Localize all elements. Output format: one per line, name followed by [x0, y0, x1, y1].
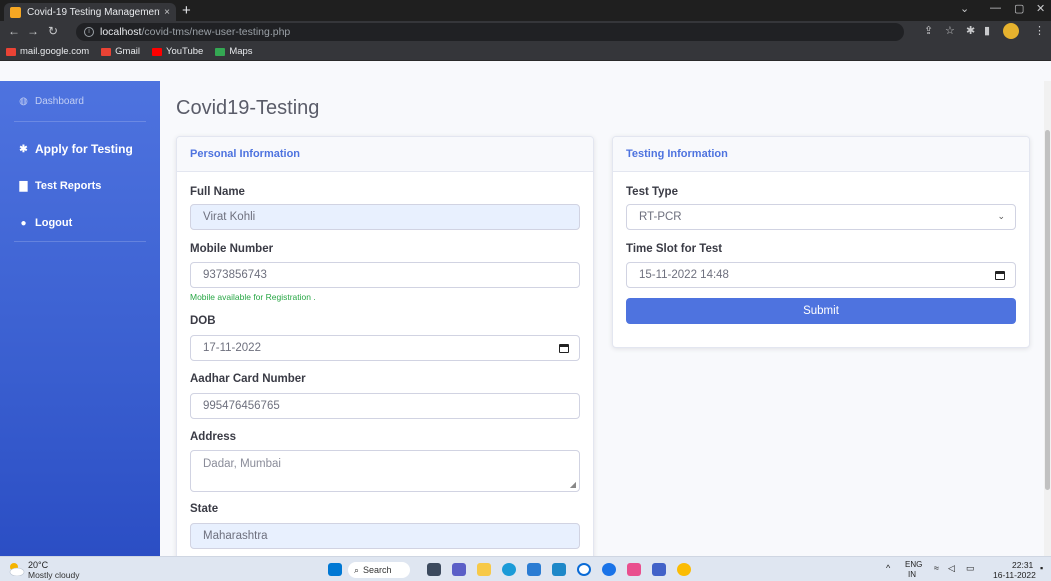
aadhar-card-label: Aadhar Card Number	[190, 373, 306, 385]
wifi-icon[interactable]: ≈	[934, 563, 939, 573]
side-panel-icon[interactable]: ▮	[984, 24, 990, 37]
personal-information-header: Personal Information	[177, 137, 593, 172]
state-input[interactable]: Maharashtra	[190, 523, 580, 549]
weather-cloud-icon	[9, 563, 25, 576]
gmail-icon	[6, 47, 16, 56]
store-icon[interactable]	[527, 563, 541, 576]
weather-temperature[interactable]: 20°C	[28, 560, 48, 570]
test-type-select[interactable]: RT-PCR ⌄	[626, 204, 1016, 230]
app-icon[interactable]	[552, 563, 566, 576]
teams-icon[interactable]	[452, 563, 466, 576]
sidebar-item-logout[interactable]: ● Logout	[0, 213, 160, 233]
maximize-icon[interactable]: ▢	[1014, 2, 1024, 15]
youtube-icon	[151, 47, 162, 56]
url-path: /covid-tms/new-user-testing.php	[141, 26, 291, 38]
resize-grip-icon[interactable]: ◢	[570, 480, 576, 489]
sidebar-divider	[14, 121, 146, 122]
region-indicator[interactable]: IN	[908, 570, 916, 579]
browser-tab-bar: Covid-19 Testing Management S × + ⌄ — ▢ …	[0, 0, 1051, 21]
gear-icon: ✱	[19, 143, 28, 155]
gmail-icon	[101, 47, 112, 56]
scrollbar-thumb[interactable]	[1045, 130, 1050, 490]
language-indicator[interactable]: ENG	[905, 560, 922, 569]
mobile-number-label: Mobile Number	[190, 243, 274, 255]
sidebar-divider	[14, 241, 146, 242]
full-name-input[interactable]: Virat Kohli	[190, 204, 580, 230]
profile-avatar[interactable]	[1003, 23, 1019, 39]
address-textarea[interactable]: Dadar, Mumbai ◢	[190, 450, 580, 492]
aadhar-card-input[interactable]: 995476456765	[190, 393, 580, 419]
search-icon: ⌕	[354, 564, 360, 575]
full-name-label: Full Name	[190, 186, 245, 198]
clock-time[interactable]: 22:31	[1012, 560, 1033, 570]
mobile-number-input[interactable]: 9373856743	[190, 262, 580, 288]
media-icon[interactable]	[602, 563, 616, 576]
notepad-icon[interactable]	[652, 563, 666, 576]
new-tab-button[interactable]: +	[182, 2, 191, 19]
cortana-icon[interactable]	[577, 563, 591, 576]
chrome-icon[interactable]	[677, 563, 691, 576]
chevron-up-icon[interactable]: ^	[886, 563, 890, 573]
forward-icon[interactable]: →	[27, 24, 39, 38]
submit-button[interactable]: Submit	[626, 298, 1016, 324]
browser-tab[interactable]: Covid-19 Testing Management S ×	[4, 3, 176, 21]
dob-input[interactable]: 17-11-2022	[190, 335, 580, 361]
volume-icon[interactable]: ◁	[948, 563, 955, 574]
close-window-icon[interactable]: ✕	[1036, 2, 1045, 15]
weather-description[interactable]: Mostly cloudy	[28, 570, 80, 580]
tab-close-icon[interactable]: ×	[164, 7, 170, 18]
state-label: State	[190, 503, 219, 515]
notification-icon[interactable]: ▪	[1040, 563, 1043, 573]
browser-toolbar: ← → ↻ i localhost/covid-tms/new-user-tes…	[0, 21, 1051, 43]
browser-menu-icon[interactable]: ⋮	[1034, 24, 1045, 37]
dashboard-icon: ◍	[19, 95, 28, 107]
address-label: Address	[190, 431, 237, 443]
bookmark-gmail[interactable]: Gmail	[101, 46, 140, 57]
tab-search-icon[interactable]: ⌄	[960, 2, 969, 15]
battery-icon[interactable]: ▭	[966, 563, 975, 574]
time-slot-input[interactable]: 15-11-2022 14:48	[626, 262, 1016, 288]
task-view-icon[interactable]	[427, 563, 441, 576]
share-icon[interactable]: ⇪	[924, 24, 933, 37]
mobile-availability-hint: Mobile available for Registration .	[190, 292, 316, 302]
sidebar: ◍ Dashboard ✱ Apply for Testing ▇ Test R…	[0, 81, 160, 556]
windows-taskbar: 20°C Mostly cloudy ⌕ Search ^ ENG IN ≈ ◁…	[0, 556, 1051, 581]
url-host: localhost	[100, 26, 142, 38]
page-title: Covid19-Testing	[176, 97, 320, 119]
user-icon: ●	[20, 217, 27, 229]
xampp-icon[interactable]	[627, 563, 641, 576]
time-slot-label: Time Slot for Test	[626, 243, 723, 255]
test-type-label: Test Type	[626, 186, 678, 198]
windows-start-icon[interactable]	[328, 563, 342, 576]
calendar-icon[interactable]	[995, 271, 1005, 280]
file-icon: ▇	[19, 180, 28, 192]
address-bar[interactable]: i localhost/covid-tms/new-user-testing.p…	[76, 23, 904, 41]
back-icon[interactable]: ←	[8, 24, 20, 38]
chevron-down-icon: ⌄	[997, 211, 1005, 221]
sidebar-item-dashboard[interactable]: ◍ Dashboard	[0, 91, 160, 111]
extensions-icon[interactable]: ✱	[966, 24, 975, 37]
edge-icon[interactable]	[502, 563, 516, 576]
bookmark-youtube[interactable]: YouTube	[151, 46, 203, 57]
site-info-icon[interactable]: i	[84, 27, 94, 37]
bookmarks-bar: mail.google.com Gmail YouTube Maps	[0, 43, 1051, 61]
reload-icon[interactable]: ↻	[48, 24, 58, 38]
sidebar-item-apply-for-testing[interactable]: ✱ Apply for Testing	[0, 139, 160, 159]
dob-label: DOB	[190, 315, 216, 327]
calendar-icon[interactable]	[559, 344, 569, 353]
tab-title: Covid-19 Testing Management S	[27, 6, 161, 18]
file-explorer-icon[interactable]	[477, 563, 491, 576]
bookmark-star-icon[interactable]: ☆	[945, 24, 955, 37]
testing-information-header: Testing Information	[613, 137, 1029, 172]
minimize-icon[interactable]: —	[990, 2, 1001, 14]
clock-date[interactable]: 16-11-2022	[993, 570, 1036, 580]
taskbar-search[interactable]: ⌕ Search	[348, 562, 410, 578]
bookmark-maps[interactable]: Maps	[215, 46, 253, 57]
maps-icon	[215, 47, 226, 56]
bookmark-mail[interactable]: mail.google.com	[6, 46, 89, 57]
sidebar-item-test-reports[interactable]: ▇ Test Reports	[0, 176, 160, 196]
site-favicon-icon	[10, 6, 21, 18]
